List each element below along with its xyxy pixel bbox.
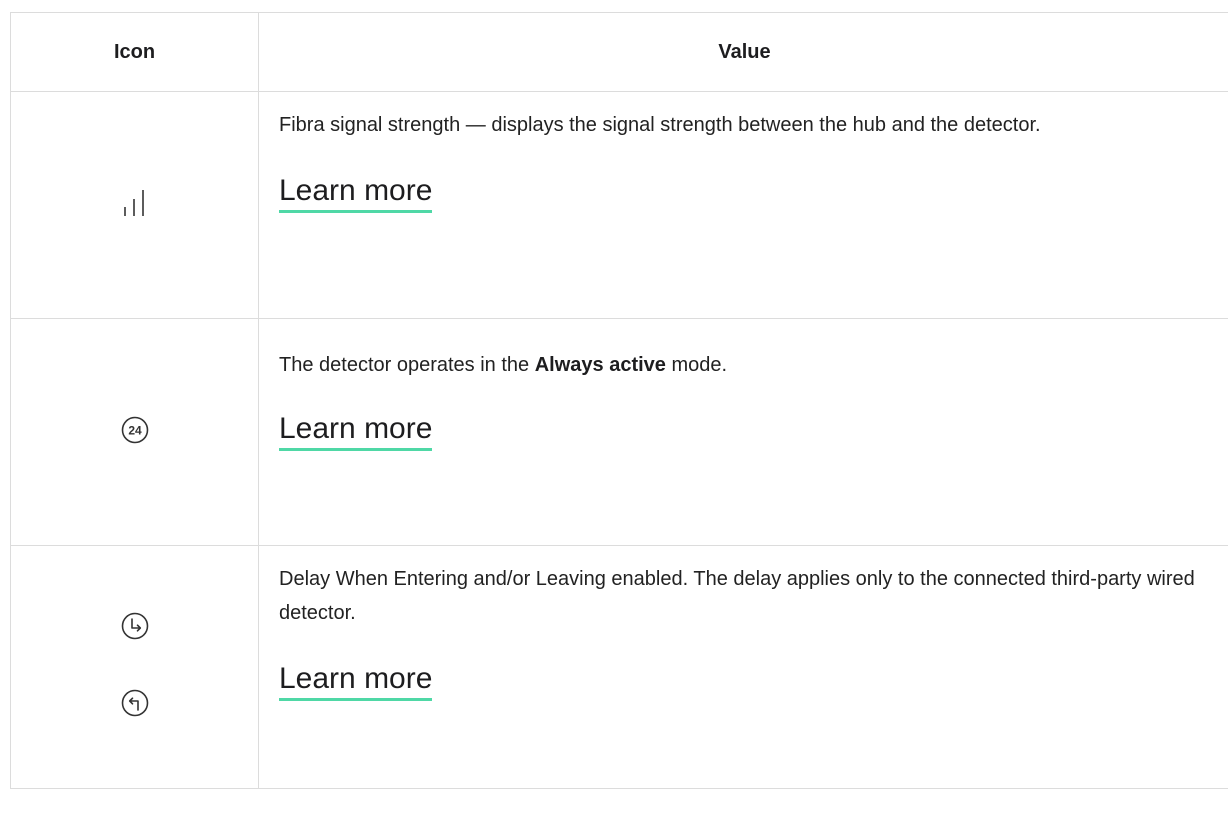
value-cell: Delay When Entering and/or Leaving enabl… — [258, 545, 1228, 789]
always-active-icon-label: 24 — [128, 423, 142, 437]
icon-legend-table: Icon Value Fibra signal strength — displ… — [10, 12, 1228, 789]
table-row: Delay When Entering and/or Leaving enabl… — [10, 545, 1228, 789]
delay-leaving-icon — [120, 688, 150, 723]
value-cell: Fibra signal strength — displays the sig… — [258, 91, 1228, 319]
icon-cell — [10, 91, 259, 319]
row-description: The detector operates in the Always acti… — [279, 319, 1210, 382]
icon-cell: 24 — [10, 318, 259, 546]
description-text: Fibra signal strength — displays the sig… — [279, 114, 1041, 136]
value-cell: The detector operates in the Always acti… — [258, 318, 1228, 546]
delay-entering-icon — [120, 611, 150, 646]
description-bold-text: Always active — [534, 354, 666, 376]
table-header-row: Icon Value — [10, 12, 1228, 92]
icon-column-header: Icon — [10, 12, 259, 92]
icon-legend-table-wrapper: Icon Value Fibra signal strength — displ… — [10, 12, 1228, 789]
description-text: Delay When Entering and/or Leaving enabl… — [279, 568, 1195, 624]
row-description: Fibra signal strength — displays the sig… — [279, 92, 1210, 142]
always-active-24-icon: 24 — [120, 415, 150, 450]
value-column-header: Value — [258, 12, 1228, 92]
description-text-end: mode. — [665, 354, 728, 376]
description-text: The detector operates in the — [279, 354, 535, 376]
row-description: Delay When Entering and/or Leaving enabl… — [279, 546, 1210, 630]
table-row: 24 The detector operates in the Always a… — [10, 318, 1228, 546]
icon-cell — [10, 545, 259, 789]
learn-more-link[interactable]: Learn more — [279, 662, 433, 701]
delay-icons — [120, 611, 150, 723]
learn-more-link[interactable]: Learn more — [279, 412, 433, 451]
table-row: Fibra signal strength — displays the sig… — [10, 91, 1228, 319]
signal-strength-icon — [120, 189, 150, 221]
learn-more-link[interactable]: Learn more — [279, 174, 433, 213]
